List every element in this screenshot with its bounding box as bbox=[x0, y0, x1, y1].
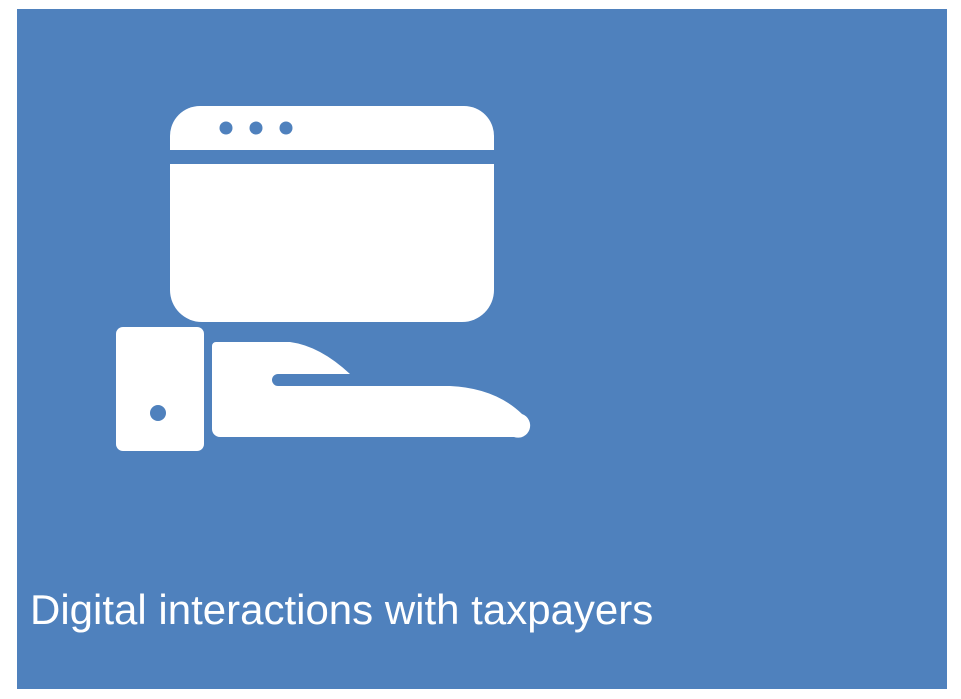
hand-icon bbox=[212, 342, 531, 438]
tile-caption: Digital interactions with taxpayers bbox=[30, 586, 654, 633]
browser-window-icon bbox=[170, 106, 494, 322]
mobile-phone-icon bbox=[116, 327, 204, 451]
